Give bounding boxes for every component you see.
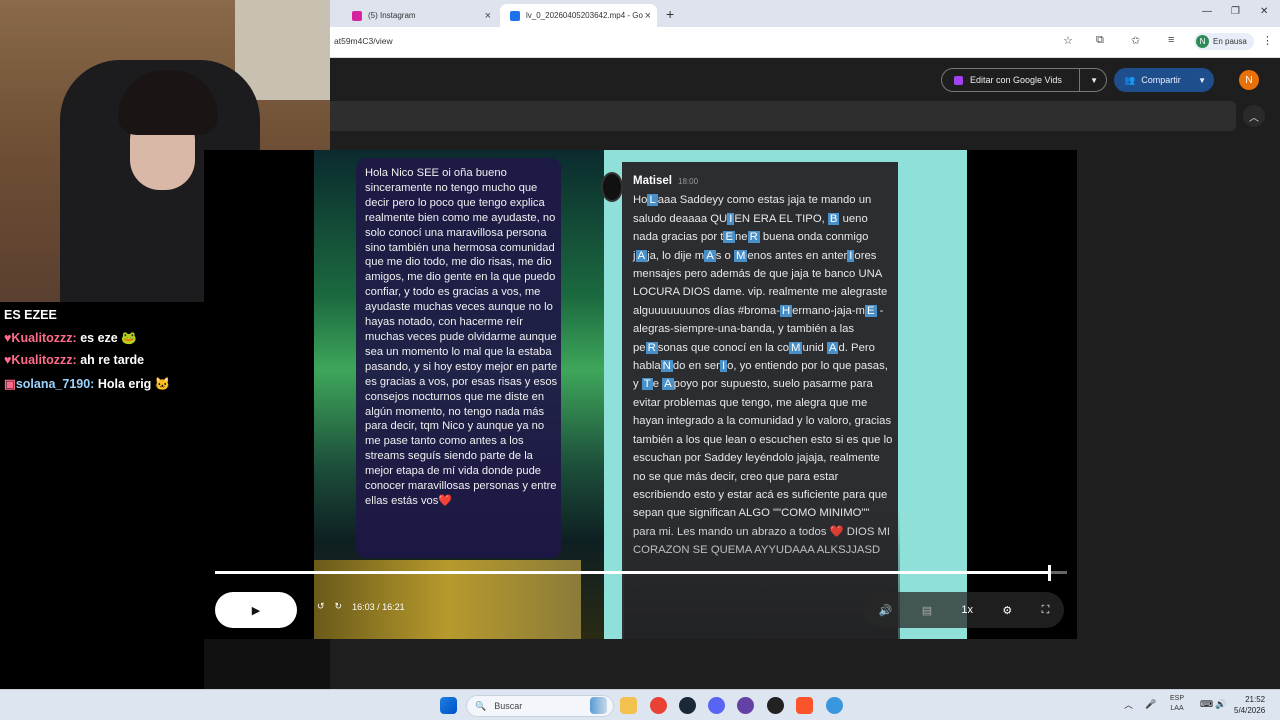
profile-status: En pausa	[1213, 37, 1247, 46]
brave-icon[interactable]	[796, 697, 813, 714]
chevron-down-icon[interactable]: ▼	[1198, 76, 1206, 85]
language-indicator[interactable]: ESP LAA	[1170, 694, 1184, 714]
search-icon: 🔍	[475, 700, 487, 711]
lang-line1: ESP	[1170, 695, 1185, 702]
close-window-icon[interactable]: ✕	[1260, 6, 1268, 17]
new-tab-icon[interactable]: +	[666, 6, 674, 22]
drive-icon	[510, 10, 520, 21]
microphone-icon[interactable]: 🎤	[1145, 699, 1156, 710]
progress-knob[interactable]	[1048, 565, 1052, 581]
chevron-up-icon[interactable]: ︿	[1243, 105, 1265, 127]
avatar: N	[1196, 35, 1209, 48]
tab-label: lv_0_20260405203642.mp4 - Go	[526, 11, 643, 20]
profile-button[interactable]: N En pausa	[1194, 33, 1254, 50]
rewind-icon[interactable]: ↺	[317, 601, 325, 612]
video-fade-overlay	[624, 510, 900, 639]
chat-username: Kualitozzz:	[11, 353, 77, 367]
tab-instagram[interactable]: (5) Instagram ×	[342, 4, 497, 27]
discord-timestamp: 18:00	[678, 177, 699, 186]
chat-text: ah re tarde	[80, 353, 145, 367]
message-bubble: Hola Nico SEE oi oña bueno sinceramente …	[356, 158, 561, 558]
play-icon: ▶	[251, 604, 261, 617]
time-controls: ↺ ↻ 16:03 / 16:21	[317, 601, 405, 612]
close-icon[interactable]: ×	[485, 10, 491, 22]
chat-text: es eze 🐸	[80, 331, 137, 345]
people-icon: 👥	[1124, 74, 1136, 85]
menu-icon[interactable]: ⋮	[1262, 34, 1273, 47]
file-explorer-icon[interactable]	[620, 697, 637, 714]
chat-title: ES EZEE	[4, 308, 57, 322]
bubble-text: Hola Nico SEE oi oña bueno sinceramente …	[365, 167, 558, 507]
tab-strip: (5) Instagram × lv_0_20260405203642.mp4 …	[330, 0, 1280, 27]
video-player[interactable]: Hola Nico SEE oi oña bueno sinceramente …	[204, 150, 1077, 639]
media-icon[interactable]: ≡	[1168, 34, 1174, 46]
edit-with-vids-button[interactable]: Editar con Google Vids ▼	[941, 68, 1107, 92]
chat-username: Kualitozzz:	[11, 331, 77, 345]
discord-message-text: Ho Laaa Saddeyy como estas jaja te mando …	[633, 194, 893, 556]
discord-icon[interactable]	[708, 697, 725, 714]
chat-text: Hola erig 🐱	[97, 377, 171, 391]
network-icon[interactable]: ⌨	[1200, 699, 1213, 710]
address-bar: at59m4C3/view ☆ ⧉ ✩ ≡ N En pausa ⋮	[330, 27, 1280, 58]
tab-label: (5) Instagram	[368, 11, 416, 20]
windows-start-icon[interactable]	[440, 697, 457, 714]
chrome-icon[interactable]	[650, 697, 667, 714]
search-placeholder: Buscar	[494, 701, 523, 711]
time-total: 16:21	[382, 601, 405, 612]
taskbar: 🔍 Buscar ︿ 🎤 ESP LAA ⌨ 🔊 21:52 5/4/2026	[0, 689, 1280, 720]
viewer-toolbar	[330, 101, 1236, 131]
account-avatar[interactable]: N	[1239, 70, 1259, 90]
twitch-icon[interactable]	[737, 697, 754, 714]
chat-username: solana_7190:	[15, 377, 95, 391]
chat-message: ♥Kualitozzz: ah re tarde	[4, 353, 144, 367]
volume-icon[interactable]: 🔊	[1215, 699, 1226, 710]
clock-time: 21:52	[1245, 695, 1266, 704]
star-icon[interactable]: ☆	[1063, 34, 1073, 47]
bookmarks-icon[interactable]: ✩	[1131, 34, 1140, 47]
restore-icon[interactable]: ❐	[1231, 6, 1240, 17]
badge-icon: ▣	[4, 377, 16, 391]
fullscreen-icon[interactable]: ⛶	[1042, 604, 1050, 617]
discord-message: Matisel 18:00 Ho Laaa Saddeyy como estas j…	[633, 172, 895, 560]
system-tray: ︿ 🎤	[1124, 698, 1156, 711]
vids-icon	[954, 75, 963, 85]
share-button[interactable]: 👥 Compartir ▼	[1114, 68, 1214, 92]
captions-icon[interactable]: ▤	[922, 604, 932, 617]
app-icon[interactable]	[826, 697, 843, 714]
chat-message: ♥Kualitozzz: es eze 🐸	[4, 331, 137, 346]
clock-date: 5/4/2026	[1234, 706, 1266, 715]
edit-label: Editar con Google Vids	[970, 75, 1062, 85]
forward-icon[interactable]: ↻	[335, 601, 343, 612]
chevron-down-icon[interactable]: ▼	[1090, 76, 1098, 85]
instagram-icon	[352, 10, 362, 21]
progress-bar[interactable]	[215, 565, 1067, 581]
obs-icon[interactable]	[767, 697, 784, 714]
discord-username: Matisel	[633, 175, 672, 187]
progress-fill	[215, 571, 1049, 574]
stream-chat: ES EZEE ♥Kualitozzz: es eze 🐸 ♥Kualitozz…	[0, 302, 204, 689]
widget-icon[interactable]	[590, 697, 607, 714]
time-display: 16:03 / 16:21	[352, 601, 405, 612]
lang-line2: LAA	[1170, 705, 1184, 712]
steam-icon[interactable]	[679, 697, 696, 714]
chevron-up-icon[interactable]: ︿	[1124, 698, 1133, 711]
time-current: 16:03	[352, 601, 375, 612]
tab-drive-video[interactable]: lv_0_20260405203642.mp4 - Go ×	[500, 4, 657, 27]
chat-message: ▣solana_7190: Hola erig 🐱	[4, 376, 170, 392]
url-field[interactable]: at59m4C3/view	[334, 36, 393, 46]
volume-icon[interactable]: 🔊	[879, 604, 893, 617]
close-icon[interactable]: ×	[645, 10, 651, 22]
clock[interactable]: 21:52 5/4/2026	[1234, 694, 1265, 716]
divider	[1079, 69, 1080, 91]
settings-icon[interactable]: ⚙	[1002, 604, 1012, 617]
extensions-icon[interactable]: ⧉	[1096, 34, 1104, 47]
share-label: Compartir	[1141, 75, 1181, 85]
right-controls: 🔊 ▤ 1x ⚙ ⛶	[864, 592, 1064, 628]
discord-avatar	[601, 172, 623, 202]
minimize-icon[interactable]: —	[1202, 6, 1212, 17]
play-button[interactable]: ▶	[215, 592, 297, 628]
speed-button[interactable]: 1x	[961, 604, 973, 616]
